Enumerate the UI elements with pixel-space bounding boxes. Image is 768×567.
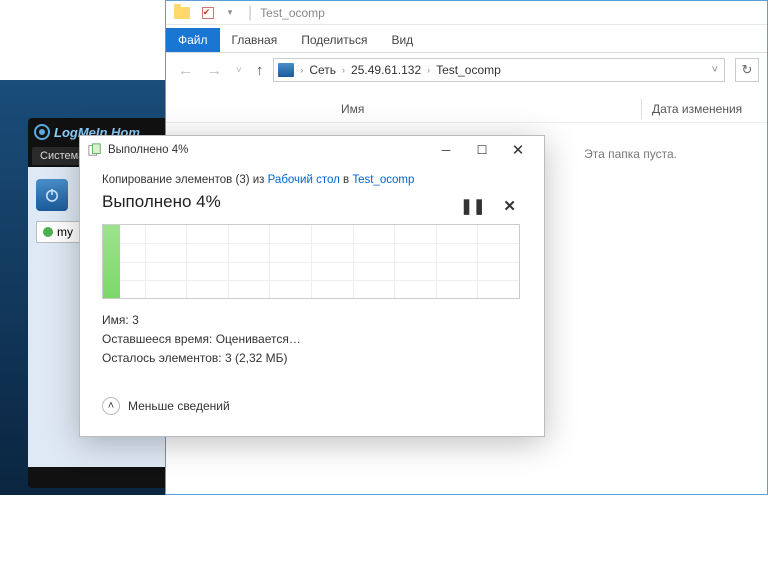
time-value: Оценивается… <box>216 332 301 346</box>
pause-button[interactable]: ❚❚ <box>460 197 485 215</box>
nav-back-button[interactable]: ← <box>174 62 197 79</box>
copy-dest-link[interactable]: Test_ocomp <box>352 174 414 186</box>
quick-access-toolbar: ↓ ✔ ▾ | Test_ocomp <box>166 1 767 25</box>
refresh-button[interactable]: ↻ <box>735 58 759 82</box>
throughput-graph <box>102 224 520 299</box>
minimize-button[interactable]: ─ <box>428 138 464 162</box>
copy-details: Имя: 3 Оставшееся время: Оценивается… Ос… <box>102 311 522 369</box>
items-value: 3 (2,32 МБ) <box>225 351 288 365</box>
nav-recent-dropdown[interactable]: ˅ <box>232 65 246 76</box>
tab-file[interactable]: Файл <box>166 28 220 52</box>
cancel-button[interactable]: ✕ <box>503 197 516 215</box>
copy-desc-prefix: Копирование элементов (3) из <box>102 174 268 186</box>
close-button[interactable]: ✕ <box>500 138 536 162</box>
copy-progress-dialog: Выполнено 4% ─ ☐ ✕ Копирование элементов… <box>79 135 545 437</box>
address-bar[interactable]: › Сеть › 25.49.61.132 › Test_ocomp ˅ <box>273 58 725 82</box>
window-title: Test_ocomp <box>260 6 325 20</box>
time-label: Оставшееся время: <box>102 332 212 346</box>
address-dropdown-icon[interactable]: ˅ <box>710 64 720 76</box>
breadcrumb-network[interactable]: Сеть <box>305 63 340 77</box>
graph-grid <box>103 225 519 298</box>
globe-icon <box>34 124 50 140</box>
tab-view[interactable]: Вид <box>379 28 425 52</box>
graph-fill <box>103 225 120 298</box>
copy-desc-mid: в <box>340 174 353 186</box>
copy-source-link[interactable]: Рабочий стол <box>268 174 340 186</box>
chevron-right-icon[interactable]: › <box>340 65 347 75</box>
chevron-right-icon[interactable]: › <box>425 65 432 75</box>
dialog-title: Выполнено 4% <box>108 144 428 156</box>
copy-dialog-icon <box>88 143 102 157</box>
name-value: 3 <box>132 313 139 327</box>
name-label: Имя: <box>102 313 129 327</box>
power-icon <box>43 186 61 204</box>
chevron-up-icon: ˄ <box>102 397 120 415</box>
column-header-name[interactable]: Имя <box>166 102 641 116</box>
breadcrumb-ip[interactable]: 25.49.61.132 <box>347 63 425 77</box>
column-headers: Имя Дата изменения <box>166 95 767 123</box>
nav-forward-button[interactable]: → <box>203 62 226 79</box>
properties-icon[interactable]: ✔ <box>196 3 216 23</box>
maximize-button[interactable]: ☐ <box>464 138 500 162</box>
less-info-label: Меньше сведений <box>128 399 230 413</box>
nav-up-button[interactable]: ↑ <box>252 62 268 79</box>
power-button[interactable] <box>36 179 68 211</box>
items-label: Осталось элементов: <box>102 351 222 365</box>
device-label: my <box>57 225 73 239</box>
folder-icon[interactable]: ↓ <box>172 3 192 23</box>
network-pc-icon <box>278 63 294 77</box>
chevron-right-icon[interactable]: › <box>298 65 305 75</box>
nav-row: ← → ˅ ↑ › Сеть › 25.49.61.132 › Test_oco… <box>166 53 767 87</box>
copy-description: Копирование элементов (3) из Рабочий сто… <box>102 174 522 186</box>
ribbon-tabs: Файл Главная Поделиться Вид <box>166 25 767 53</box>
separator: | <box>248 4 252 22</box>
column-header-date[interactable]: Дата изменения <box>642 102 742 116</box>
breadcrumb-folder[interactable]: Test_ocomp <box>432 63 505 77</box>
tab-share[interactable]: Поделиться <box>289 28 379 52</box>
dialog-titlebar: Выполнено 4% ─ ☐ ✕ <box>80 136 544 164</box>
progress-heading: Выполнено 4% <box>102 192 460 212</box>
qat-dropdown-icon[interactable]: ▾ <box>220 3 240 23</box>
less-info-toggle[interactable]: ˄ Меньше сведений <box>102 397 522 415</box>
tab-home[interactable]: Главная <box>220 28 290 52</box>
status-online-icon <box>43 227 53 237</box>
